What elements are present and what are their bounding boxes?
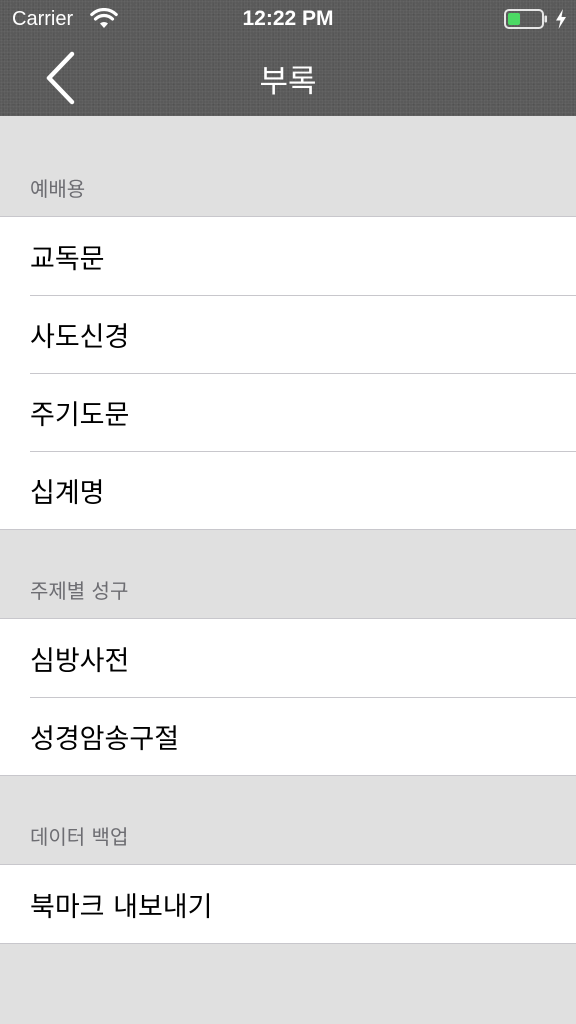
list-item-ten-commandments[interactable]: 십계명 (0, 451, 576, 529)
section-header-worship: 예배용 (30, 177, 86, 201)
list-item-label: 주기도문 (30, 399, 130, 431)
list-item-apostles-creed[interactable]: 사도신경 (0, 295, 576, 373)
top-bar: Carrier 12:22 PM 부록 (0, 0, 576, 116)
list-item-label: 십계명 (30, 477, 105, 509)
page-title: 부록 (259, 64, 317, 100)
battery-icon (504, 9, 547, 29)
settings-list: 예배용 교독문 사도신경 주기도문 십계명 주제별 성구 심방사전 성경암송구절… (0, 116, 576, 944)
list-item-label: 사도신경 (30, 321, 130, 353)
list-item-label: 교독문 (30, 243, 105, 275)
list-item-visitation-dictionary[interactable]: 심방사전 (0, 619, 576, 697)
status-bar: Carrier 12:22 PM (0, 0, 576, 40)
list-item-label: 심방사전 (30, 645, 130, 677)
list-item-export-bookmarks[interactable]: 북마크 내보내기 (0, 865, 576, 943)
status-time: 12:22 PM (242, 7, 334, 30)
list-item-responsive-reading[interactable]: 교독문 (0, 217, 576, 295)
list-item-label: 성경암송구절 (30, 723, 180, 755)
section-group-topical-verses: 심방사전 성경암송구절 (0, 618, 576, 776)
list-item-memory-verses[interactable]: 성경암송구절 (0, 697, 576, 775)
navigation-bar: 부록 (0, 40, 576, 116)
charging-bolt-icon (556, 9, 566, 29)
list-item-label: 북마크 내보내기 (30, 891, 213, 923)
section-header-topical-verses: 주제별 성구 (30, 579, 129, 603)
section-header-data-backup: 데이터 백업 (30, 825, 129, 849)
list-item-lords-prayer[interactable]: 주기도문 (0, 373, 576, 451)
section-group-worship: 교독문 사도신경 주기도문 십계명 (0, 216, 576, 530)
section-group-data-backup: 북마크 내보내기 (0, 864, 576, 944)
